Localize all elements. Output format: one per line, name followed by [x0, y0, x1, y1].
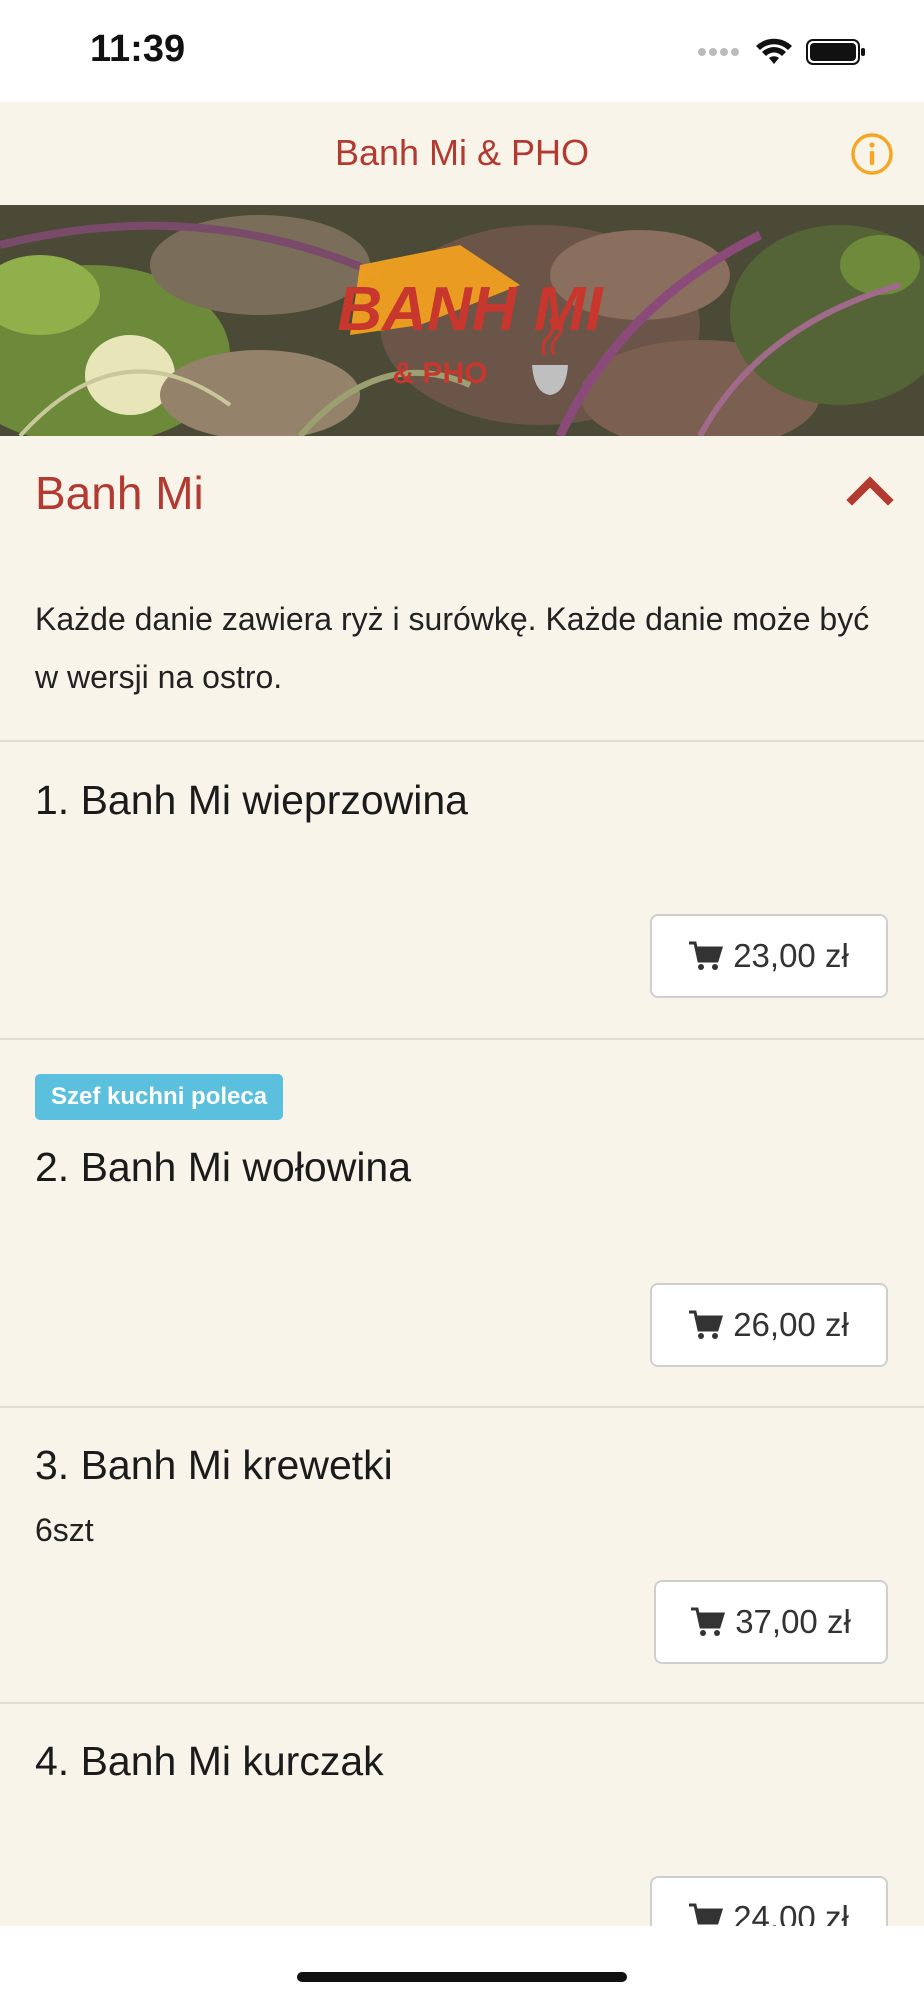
info-button[interactable]	[850, 132, 894, 176]
status-time: 11:39	[90, 28, 186, 70]
home-indicator[interactable]	[297, 1972, 627, 1982]
home-indicator-area	[0, 1926, 924, 2000]
price-label: 37,00 zł	[735, 1603, 851, 1640]
item-name: 1. Banh Mi wieprzowina	[35, 777, 468, 823]
battery-icon	[806, 39, 865, 65]
banner-image: BANH MI & PHO	[0, 205, 924, 436]
category-title: Banh Mi	[35, 467, 204, 519]
page-title: Banh Mi & PHO	[334, 132, 590, 173]
item-name: 4. Banh Mi kurczak	[35, 1738, 384, 1784]
add-to-cart-button[interactable]: 37,00 zł	[654, 1580, 888, 1664]
status-icons	[698, 34, 866, 70]
cart-icon	[691, 1607, 726, 1636]
menu-item: Szef kuchni poleca 2. Banh Mi wołowina 2…	[0, 1040, 924, 1406]
category-description: Każde danie zawiera ryż i surówkę. Każde…	[35, 601, 870, 695]
cellular-signal-icon	[698, 48, 739, 56]
cart-icon	[689, 1310, 724, 1339]
logo-text-main: BANH MI	[337, 275, 604, 344]
chef-recommends-badge: Szef kuchni poleca	[35, 1074, 284, 1120]
item-name: 2. Banh Mi wołowina	[35, 1144, 412, 1190]
item-note: 6szt	[35, 1512, 94, 1548]
price-label: 26,00 zł	[733, 1306, 849, 1343]
status-bar: 11:39	[0, 0, 924, 102]
cart-icon	[689, 1903, 724, 1925]
menu-item: 4. Banh Mi kurczak 24,00 zł	[0, 1704, 924, 1926]
chevron-up-icon	[846, 476, 894, 506]
menu-item: 1. Banh Mi wieprzowina 23,00 zł	[0, 742, 924, 1038]
logo-text-sub: & PHO	[392, 357, 487, 390]
add-to-cart-button[interactable]: 23,00 zł	[650, 914, 888, 998]
wifi-icon	[756, 38, 792, 64]
price-label: 23,00 zł	[733, 937, 849, 974]
info-icon	[851, 133, 893, 175]
navigation-bar: Banh Mi & PHO	[0, 102, 924, 206]
cart-icon	[689, 941, 724, 970]
add-to-cart-button[interactable]: 26,00 zł	[650, 1283, 888, 1367]
category-header[interactable]: Banh Mi	[0, 436, 924, 544]
collapse-button[interactable]	[846, 466, 894, 514]
menu-item: 3. Banh Mi krewetki 6szt 37,00 zł	[0, 1408, 924, 1702]
restaurant-banner: BANH MI & PHO	[0, 205, 924, 436]
add-to-cart-button[interactable]: 24,00 zł	[650, 1876, 888, 1926]
item-name: 3. Banh Mi krewetki	[35, 1442, 393, 1488]
price-label: 24,00 zł	[733, 1899, 849, 1926]
